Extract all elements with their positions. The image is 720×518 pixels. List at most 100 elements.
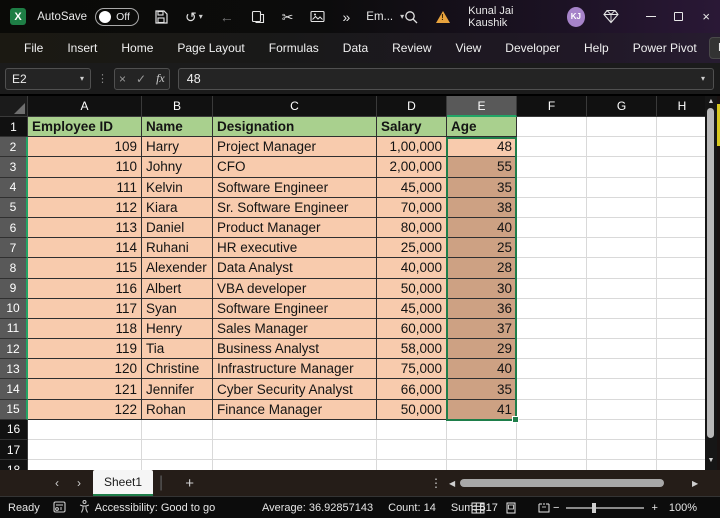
cell-D16[interactable] [377,420,447,440]
formula-input[interactable]: 48 ▾ [178,68,714,90]
gem-icon[interactable] [603,9,619,24]
cell-B1[interactable]: Name [142,117,213,137]
cell-C9[interactable]: VBA developer [213,279,377,299]
cell-C8[interactable]: Data Analyst [213,258,377,278]
cell-D8[interactable]: 40,000 [377,258,447,278]
cell-H12[interactable] [657,339,708,359]
cell-H10[interactable] [657,299,708,319]
next-sheet-icon[interactable]: › [77,476,81,490]
cell-D15[interactable]: 50,000 [377,400,447,420]
cell-B3[interactable]: Johny [142,157,213,177]
cell-F9[interactable] [517,279,587,299]
cell-E15[interactable]: 41 [447,400,517,420]
cell-E17[interactable] [447,440,517,460]
row-header-9[interactable]: 9 [0,279,28,299]
autosave-toggle[interactable]: Off [95,8,139,26]
cell-G15[interactable] [587,400,657,420]
normal-view-icon[interactable] [468,499,488,517]
column-header-H[interactable]: H [657,96,708,117]
cell-H2[interactable] [657,137,708,157]
cell-E4[interactable]: 35 [447,178,517,198]
cell-G4[interactable] [587,178,657,198]
cell-D11[interactable]: 60,000 [377,319,447,339]
warning-icon[interactable]: ! [436,11,450,23]
cell-B8[interactable]: Alexender [142,258,213,278]
cell-D5[interactable]: 70,000 [377,198,447,218]
cell-D4[interactable]: 45,000 [377,178,447,198]
cell-D9[interactable]: 50,000 [377,279,447,299]
cell-H11[interactable] [657,319,708,339]
cell-H18[interactable] [657,460,708,470]
cell-F7[interactable] [517,238,587,258]
cell-H3[interactable] [657,157,708,177]
cell-D12[interactable]: 58,000 [377,339,447,359]
cell-G6[interactable] [587,218,657,238]
cell-C1[interactable]: Designation [213,117,377,137]
row-header-13[interactable]: 13 [0,359,28,379]
cell-F10[interactable] [517,299,587,319]
cell-E6[interactable]: 40 [447,218,517,238]
cell-D18[interactable] [377,460,447,470]
tab-insert[interactable]: Insert [55,33,109,63]
tab-help[interactable]: Help [572,33,621,63]
cell-B5[interactable]: Kiara [142,198,213,218]
cell-F12[interactable] [517,339,587,359]
insert-function-icon[interactable]: fx [156,71,165,86]
cell-D2[interactable]: 1,00,000 [377,137,447,157]
cell-E2[interactable]: 48 [447,137,517,157]
macro-record-icon[interactable] [53,501,66,516]
cell-F11[interactable] [517,319,587,339]
document-title[interactable]: Em...▾ [366,11,404,23]
cell-E13[interactable]: 40 [447,359,517,379]
sheet-options-icon[interactable]: ⋮ [430,476,442,490]
cell-G7[interactable] [587,238,657,258]
excel-logo-icon[interactable]: X [10,8,26,25]
comments-button[interactable] [709,37,720,59]
cell-E16[interactable] [447,420,517,440]
cell-C10[interactable]: Software Engineer [213,299,377,319]
row-header-17[interactable]: 17 [0,440,28,460]
row-header-5[interactable]: 5 [0,198,28,218]
row-header-2[interactable]: 2 [0,137,28,157]
cell-E10[interactable]: 36 [447,299,517,319]
cell-E7[interactable]: 25 [447,238,517,258]
cell-A9[interactable]: 116 [28,279,142,299]
cell-G18[interactable] [587,460,657,470]
column-header-B[interactable]: B [142,96,213,117]
scroll-up-icon[interactable]: ▲ [705,98,717,105]
row-header-16[interactable]: 16 [0,420,28,440]
cell-A11[interactable]: 118 [28,319,142,339]
copy-icon[interactable] [251,10,265,24]
search-icon[interactable] [404,10,418,24]
cell-E11[interactable]: 37 [447,319,517,339]
cell-B14[interactable]: Jennifer [142,379,213,399]
cell-A6[interactable]: 113 [28,218,142,238]
cell-C3[interactable]: CFO [213,157,377,177]
cell-G8[interactable] [587,258,657,278]
cell-F18[interactable] [517,460,587,470]
tab-review[interactable]: Review [380,33,443,63]
cell-C13[interactable]: Infrastructure Manager [213,359,377,379]
cell-F4[interactable] [517,178,587,198]
cell-H14[interactable] [657,379,708,399]
cell-G10[interactable] [587,299,657,319]
cell-C7[interactable]: HR executive [213,238,377,258]
cell-F13[interactable] [517,359,587,379]
cell-A17[interactable] [28,440,142,460]
accessibility-status[interactable]: Accessibility: Good to go [95,502,215,514]
row-header-14[interactable]: 14 [0,379,28,399]
tab-developer[interactable]: Developer [493,33,572,63]
cell-B18[interactable] [142,460,213,470]
picture-icon[interactable] [310,10,325,23]
column-header-E[interactable]: E [447,96,517,117]
cell-B4[interactable]: Kelvin [142,178,213,198]
cell-A12[interactable]: 119 [28,339,142,359]
zoom-slider-thumb[interactable] [592,503,596,513]
cell-E5[interactable]: 38 [447,198,517,218]
cell-C5[interactable]: Sr. Software Engineer [213,198,377,218]
sheet-tab-sheet1[interactable]: Sheet1 [93,470,153,496]
cell-G17[interactable] [587,440,657,460]
cell-D3[interactable]: 2,00,000 [377,157,447,177]
row-header-7[interactable]: 7 [0,238,28,258]
cell-A14[interactable]: 121 [28,379,142,399]
